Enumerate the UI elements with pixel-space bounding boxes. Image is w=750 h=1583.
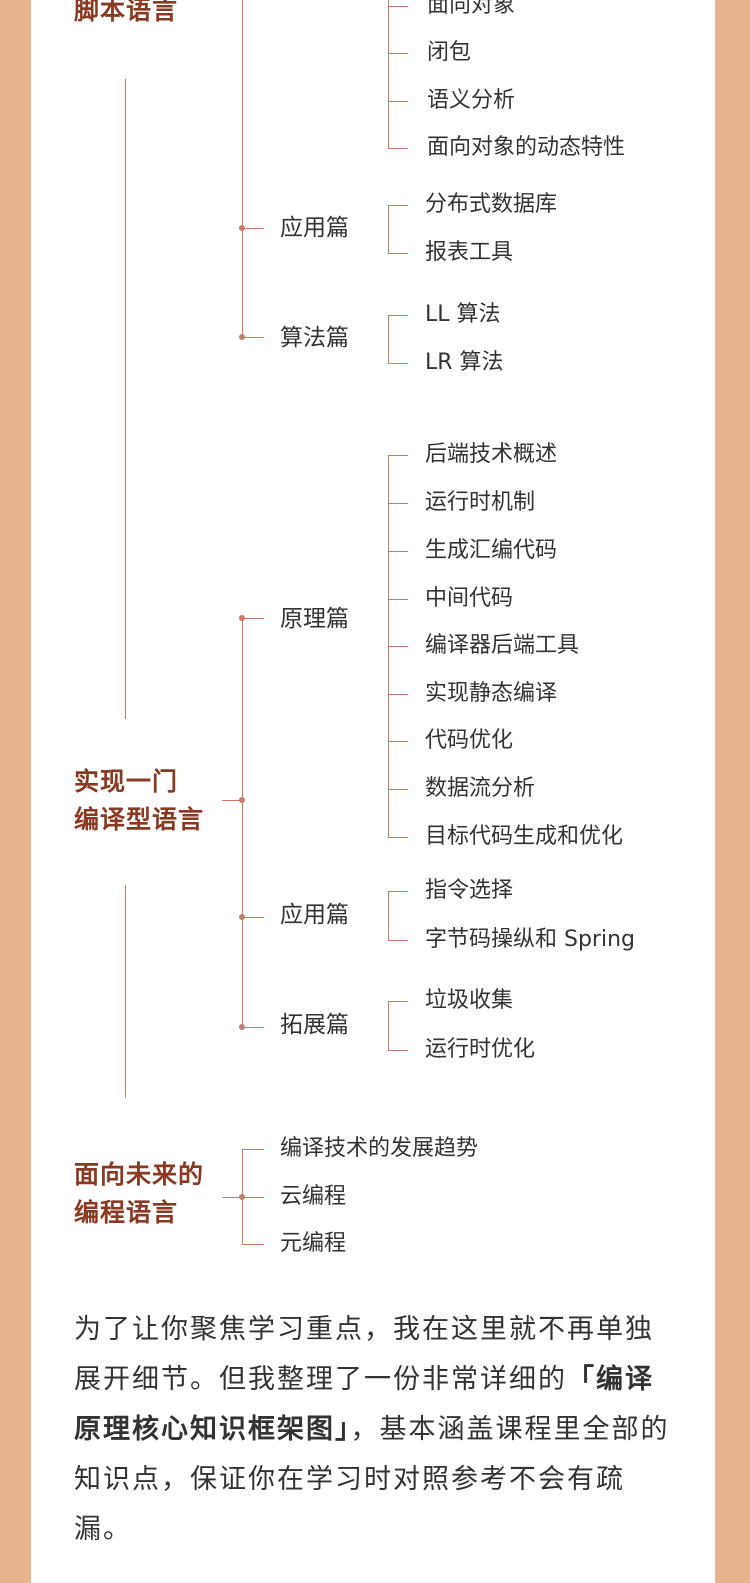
branch-tick (242, 917, 264, 918)
branch-bracket-line (388, 0, 389, 149)
category-application: 应用篇 (280, 902, 349, 928)
branch-tick (242, 228, 264, 229)
branch-tick (388, 363, 408, 364)
branch-tick (242, 1149, 264, 1150)
branch-tick (242, 618, 264, 619)
topic-item: 语义分析 (427, 88, 516, 113)
topic-item: 代码优化 (425, 728, 514, 753)
topic-item: 编译器后端工具 (425, 633, 580, 658)
branch-tick (388, 503, 408, 504)
topic-item: 分布式数据库 (425, 192, 558, 217)
topic-item: 数据流分析 (425, 776, 536, 801)
branch-tick (242, 1244, 264, 1245)
branch-bracket-line (388, 205, 389, 254)
topic-item: 面向对象 (427, 0, 516, 18)
topic-item: 运行时优化 (425, 1037, 536, 1062)
branch-tick (388, 837, 408, 838)
topic-item: 垃圾收集 (425, 988, 514, 1013)
branch-bracket-line (388, 891, 389, 941)
topic-item: 后端技术概述 (425, 442, 558, 467)
branch-tick (242, 1027, 264, 1028)
topic-item: 编译技术的发展趋势 (280, 1136, 479, 1161)
topic-item: 闭包 (427, 40, 472, 65)
branch-tick (388, 253, 408, 254)
branch-tick (388, 599, 408, 600)
branch-tick (388, 646, 408, 647)
topic-item: 目标代码生成和优化 (425, 824, 624, 849)
branch-tick (388, 315, 408, 316)
branch-tick (388, 940, 408, 941)
branch-tick (388, 551, 408, 552)
branch-tick (242, 1197, 264, 1198)
topic-item: 实现静态编译 (425, 681, 558, 706)
section-label-script-language: 脚本语言 (74, 0, 179, 25)
topic-item: LL 算法 (425, 302, 501, 327)
branch-tick (388, 1050, 408, 1051)
branch-tick (388, 101, 408, 102)
branch-bracket-line (388, 1001, 389, 1051)
tree-trunk-line (242, 0, 243, 337)
topic-item: 报表工具 (425, 240, 514, 265)
branch-tick (388, 789, 408, 790)
branch-tick (388, 741, 408, 742)
summary-paragraph: 为了让你聚焦学习重点，我在这里就不再单独展开细节。但我整理了一份非常详细的「编译… (74, 1305, 674, 1555)
branch-tick (242, 337, 264, 338)
section-label-future-language: 面向未来的 编程语言 (74, 1160, 205, 1227)
branch-tick (388, 891, 408, 892)
branch-tick (388, 1001, 408, 1002)
category-extension: 拓展篇 (280, 1012, 349, 1038)
category-application: 应用篇 (280, 215, 349, 241)
branch-tick (388, 53, 408, 54)
topic-item: LR 算法 (425, 350, 504, 375)
branch-tick (388, 694, 408, 695)
topic-item: 面向对象的动态特性 (427, 135, 626, 160)
category-principle: 原理篇 (280, 606, 349, 632)
branch-tick (388, 148, 408, 149)
connector-line (125, 79, 126, 719)
topic-item: 字节码操纵和 Spring (425, 927, 635, 952)
tree-trunk-line (242, 618, 243, 1027)
topic-item: 元编程 (280, 1231, 347, 1256)
topic-item: 运行时机制 (425, 490, 536, 515)
topic-item: 中间代码 (425, 586, 514, 611)
branch-tick (388, 455, 408, 456)
section-label-compiled-language: 实现一门 编译型语言 (74, 767, 205, 834)
branch-tick (388, 205, 408, 206)
branch-tick (388, 6, 408, 7)
topic-item: 生成汇编代码 (425, 538, 558, 563)
topic-item: 指令选择 (425, 878, 514, 903)
branch-bracket-line (388, 315, 389, 364)
connector-line (125, 885, 126, 1098)
topic-item: 云编程 (280, 1184, 347, 1209)
category-algorithm: 算法篇 (280, 325, 349, 351)
